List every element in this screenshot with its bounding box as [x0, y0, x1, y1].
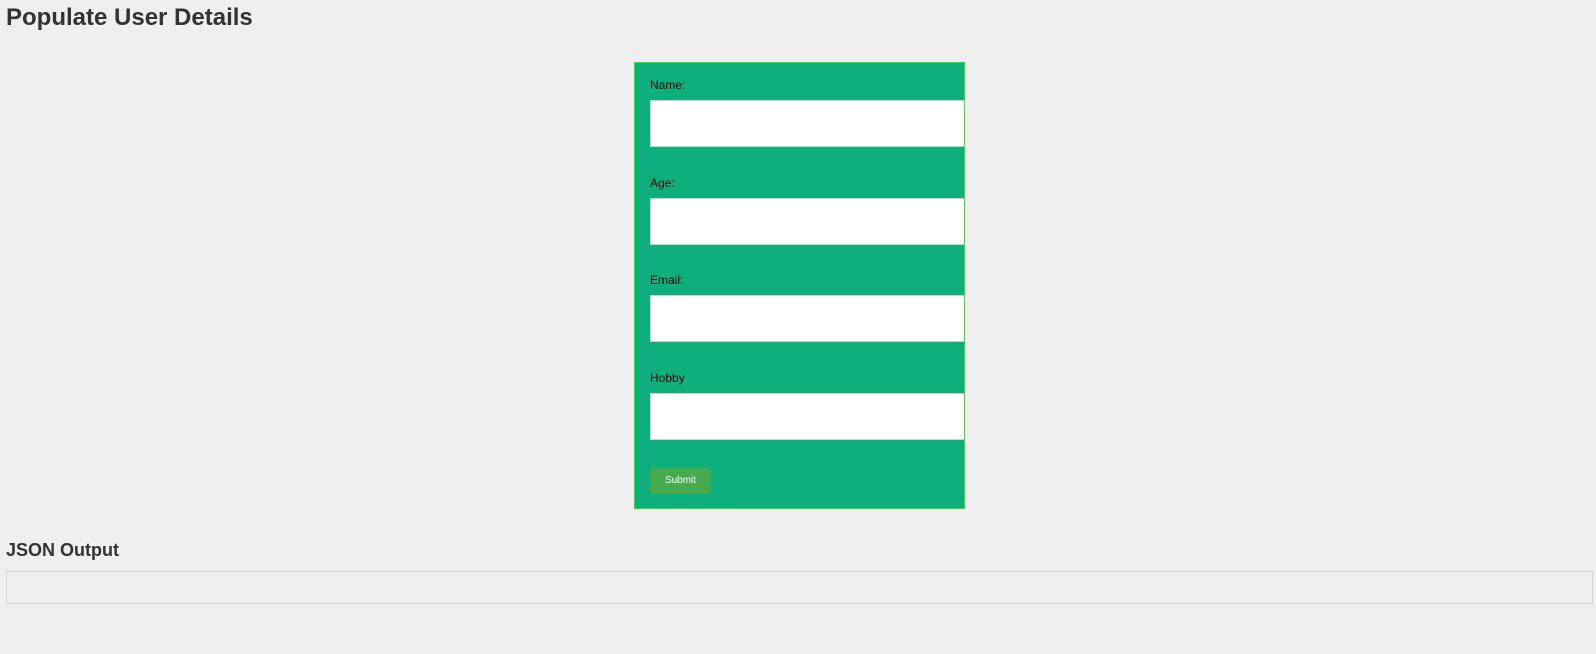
email-label: Email:	[650, 273, 684, 287]
user-details-form: Name: Age: Email: Hobby Submit	[634, 62, 965, 509]
name-label: Name:	[650, 78, 686, 92]
age-input[interactable]	[650, 198, 964, 245]
age-label: Age:	[650, 176, 675, 190]
hobby-label: Hobby	[650, 371, 685, 385]
json-output-title: JSON Output	[6, 540, 119, 560]
hobby-input[interactable]	[650, 393, 964, 440]
submit-button[interactable]: Submit	[650, 468, 711, 494]
json-output-box	[6, 571, 1593, 604]
name-input[interactable]	[650, 100, 964, 147]
email-input[interactable]	[650, 295, 964, 342]
page-title: Populate User Details	[6, 4, 253, 31]
